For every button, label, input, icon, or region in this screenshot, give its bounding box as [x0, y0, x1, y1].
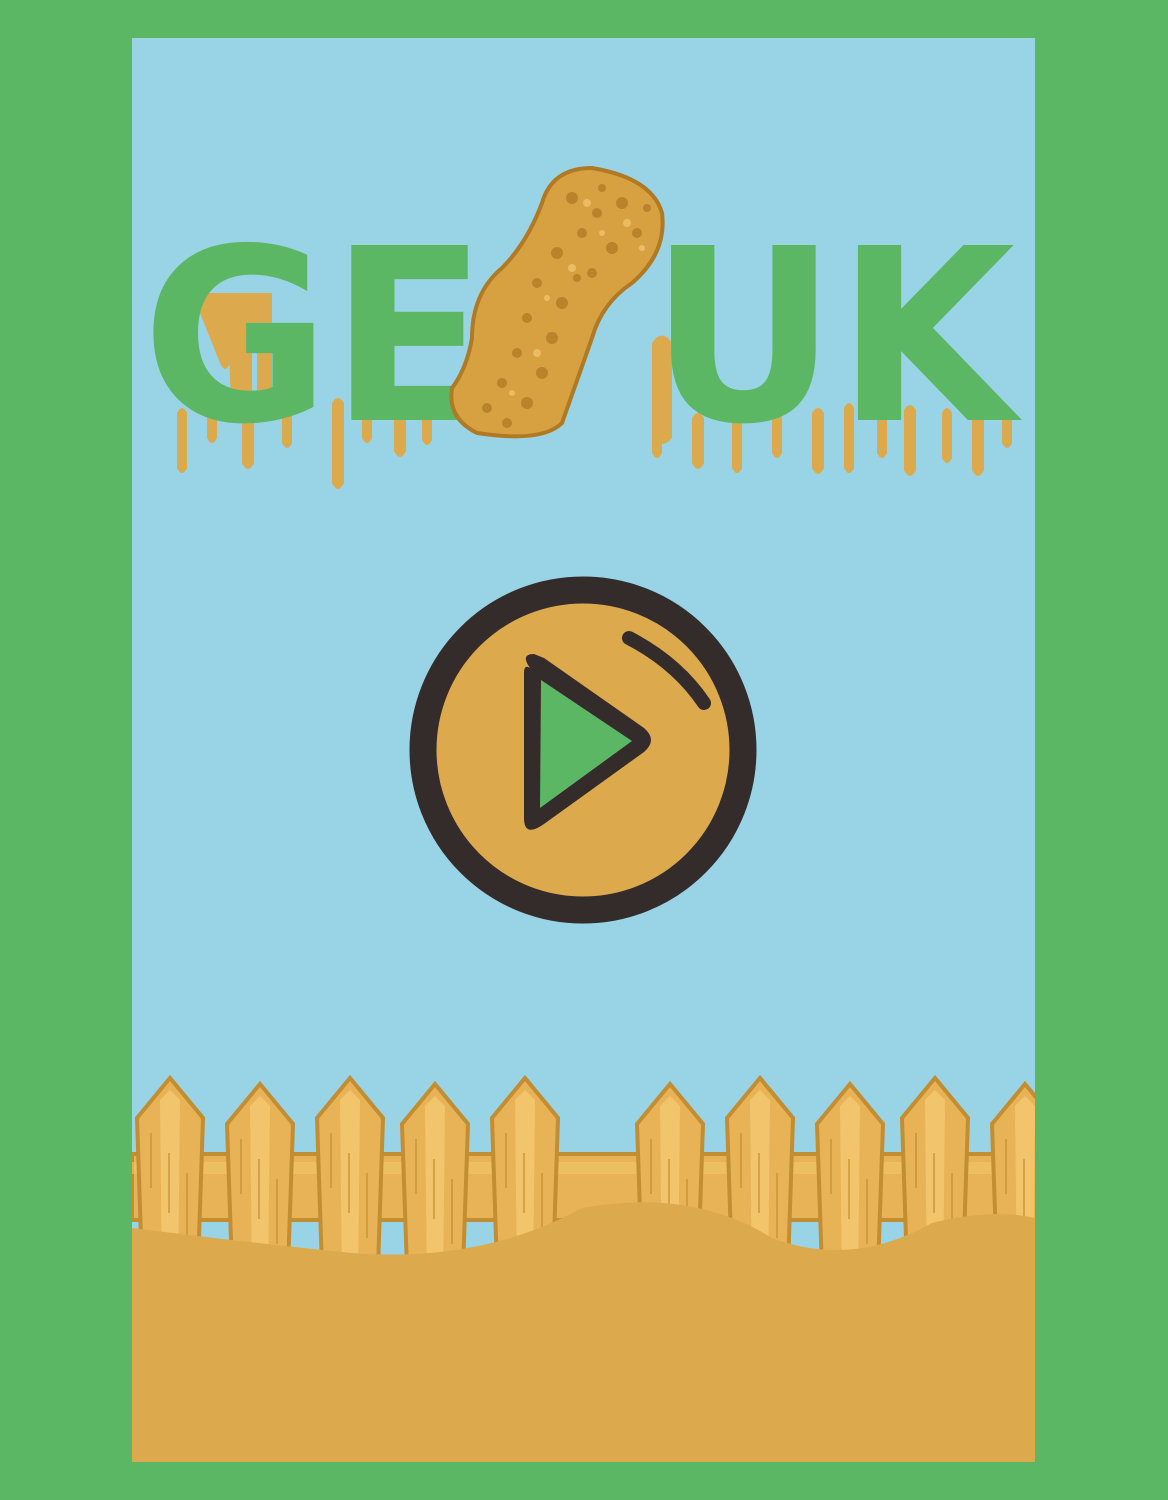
logo-text-right: UK [650, 197, 1023, 477]
game-screen: GE UK [132, 38, 1035, 1462]
logo-text-left: GE [142, 197, 487, 477]
play-button[interactable] [409, 576, 757, 924]
